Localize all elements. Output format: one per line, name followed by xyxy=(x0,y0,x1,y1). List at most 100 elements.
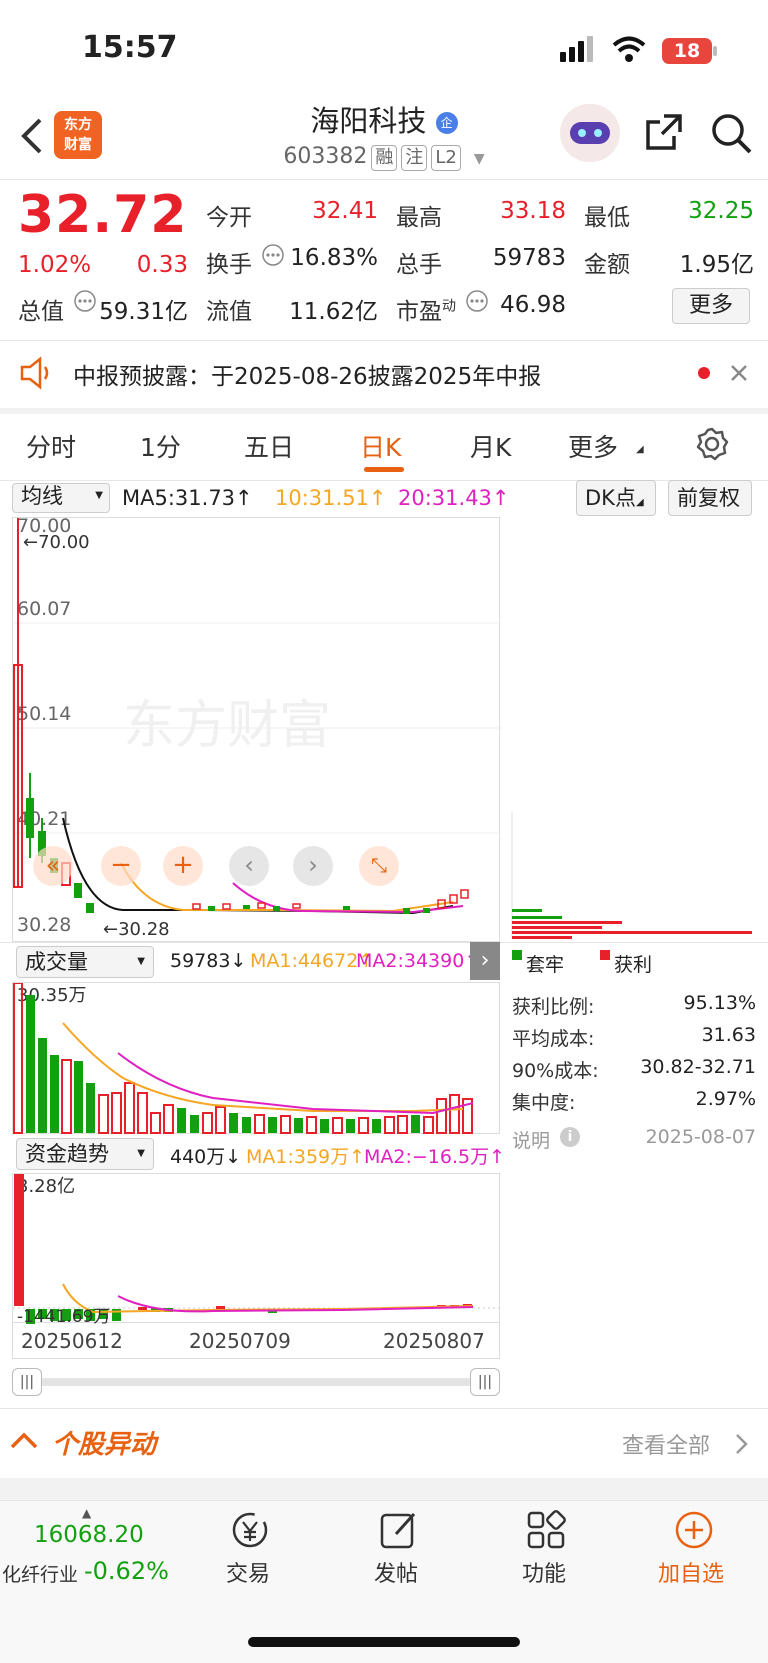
kline-chart[interactable]: 东方财富 70.00 60.07 50.14 40.21 30.28 ←70.0… xyxy=(12,517,501,942)
info-dots-icon[interactable] xyxy=(74,290,96,312)
volume-label: 总手 xyxy=(396,252,442,278)
dk-point-selector[interactable]: DK点◢ xyxy=(576,480,656,516)
low-marker: ←30.28 xyxy=(103,919,170,940)
fund-top: 3.28亿 xyxy=(17,1176,75,1197)
fund-ma1: MA1:359万↑ xyxy=(246,1146,366,1168)
profit-legend-swatch xyxy=(600,950,610,960)
zoom-out-icon[interactable]: − xyxy=(101,846,141,886)
close-icon[interactable] xyxy=(730,364,748,382)
chevron-right-icon[interactable]: › xyxy=(293,846,333,886)
info-dots-icon[interactable] xyxy=(466,290,488,312)
divider xyxy=(0,1408,768,1409)
fund-ma2: MA2:−16.5万↑ xyxy=(364,1146,506,1168)
chevron-left-icon[interactable]: ‹ xyxy=(229,846,269,886)
last-price: 32.72 xyxy=(18,185,188,245)
home-indicator xyxy=(248,1637,520,1647)
function-grid-icon[interactable] xyxy=(526,1510,566,1550)
low-value: 32.25 xyxy=(688,198,754,224)
amount-value: 1.95亿 xyxy=(679,252,754,278)
collapse-panel-icon[interactable]: › xyxy=(470,942,500,980)
unread-dot xyxy=(698,367,710,379)
fund-indicator-selector[interactable]: 资金趋势 ▼ xyxy=(16,1138,154,1170)
search-icon[interactable] xyxy=(710,112,754,156)
post-edit-icon[interactable] xyxy=(378,1510,420,1550)
chevron-down-icon: ▼ xyxy=(473,151,485,167)
fund-current: 440万↓ xyxy=(170,1146,242,1168)
profit-legend: 获利 xyxy=(614,954,653,976)
sector-index-value[interactable]: 16068.20 xyxy=(34,1522,144,1548)
price-level: 50.14 xyxy=(17,703,71,725)
chip-stat-label: 平均成本: xyxy=(512,1028,595,1050)
sector-change[interactable]: -0.62% xyxy=(84,1557,169,1585)
fund-trend-chart[interactable]: 3.28亿 -1441.69万 xyxy=(12,1173,501,1327)
trap-legend: 套牢 xyxy=(526,954,565,976)
divider xyxy=(0,179,768,180)
add-circle-icon[interactable] xyxy=(674,1510,714,1550)
range-handle-left-icon[interactable]: ||| xyxy=(12,1368,42,1396)
trade-button[interactable]: 交易 xyxy=(226,1556,270,1588)
tab-daily-k[interactable]: 日K xyxy=(360,428,401,464)
signal-icon xyxy=(560,36,593,62)
divider xyxy=(0,408,768,414)
divider xyxy=(0,340,768,341)
price-level: 60.07 xyxy=(17,598,71,620)
chevron-up-icon[interactable] xyxy=(10,1430,38,1450)
level2-tag: L2 xyxy=(431,145,461,171)
chip-note-link[interactable]: 说明 xyxy=(512,1126,550,1153)
amount-label: 金额 xyxy=(584,252,630,278)
date-label: 20250612 xyxy=(21,1329,123,1353)
adjustment-selector[interactable]: 前复权 xyxy=(668,480,752,516)
share-icon[interactable] xyxy=(644,112,684,152)
date-label: 20250807 xyxy=(383,1329,485,1353)
fullscreen-icon[interactable]: ⤡ xyxy=(359,846,399,886)
pe-label: 市盈动 xyxy=(396,298,456,325)
high-label: 最高 xyxy=(396,205,442,231)
info-dots-icon[interactable] xyxy=(262,244,284,266)
post-button[interactable]: 发帖 xyxy=(374,1556,418,1588)
fund-bottom: -1441.69万 xyxy=(17,1307,110,1324)
info-icon[interactable]: i xyxy=(560,1127,580,1147)
tab-timeshare[interactable]: 分时 xyxy=(26,428,76,464)
tab-5day[interactable]: 五日 xyxy=(244,428,294,464)
more-button[interactable]: 更多 xyxy=(672,288,750,324)
date-label: 20250709 xyxy=(189,1329,291,1353)
low-label: 最低 xyxy=(584,205,630,231)
notice-text[interactable]: 中报预披露：于2025-08-26披露2025年中报 xyxy=(73,357,541,391)
settings-gear-icon[interactable] xyxy=(694,426,730,462)
assistant-robot-icon[interactable] xyxy=(560,104,620,162)
range-handle-right-icon[interactable]: ||| xyxy=(470,1368,500,1396)
float-label: 流值 xyxy=(206,299,252,325)
view-all-link[interactable]: 查看全部 xyxy=(622,1428,710,1460)
chip-distribution xyxy=(500,517,756,942)
tab-monthly-k[interactable]: 月K xyxy=(470,428,511,464)
chip-stat-value: 30.82-32.71 xyxy=(640,1056,756,1078)
volume-ma2: MA2:34390↑ xyxy=(356,950,481,972)
wifi-icon xyxy=(612,36,646,62)
trade-yen-icon[interactable] xyxy=(228,1510,272,1550)
ma10-value: 10:31.51↑ xyxy=(275,486,387,510)
volume-indicator-selector[interactable]: 成交量 ▼ xyxy=(16,946,154,978)
add-watchlist-button[interactable]: 加自选 xyxy=(658,1556,724,1588)
volume-current: 59783↓ xyxy=(170,950,247,972)
chevron-right-icon[interactable] xyxy=(734,1432,750,1456)
triangle-icon: ◢ xyxy=(636,444,644,455)
tab-more[interactable]: 更多 xyxy=(568,428,618,464)
sector-name[interactable]: 化纤行业 xyxy=(2,1560,78,1587)
watermark: 东方财富 xyxy=(123,696,331,756)
change-percent: 1.02% xyxy=(18,252,92,278)
ma-selector[interactable]: 均线 ▼ xyxy=(12,483,110,513)
open-label: 今开 xyxy=(206,205,252,231)
volume-chart[interactable]: 30.35万 xyxy=(12,982,500,1134)
speaker-icon xyxy=(20,356,49,390)
high-value: 33.18 xyxy=(500,198,566,224)
function-button[interactable]: 功能 xyxy=(522,1556,566,1588)
open-value: 32.41 xyxy=(312,198,378,224)
range-slider[interactable]: ||| ||| xyxy=(12,1368,500,1396)
zoom-in-icon[interactable]: + xyxy=(163,846,203,886)
tab-1min[interactable]: 1分 xyxy=(140,428,181,464)
mktcap-value: 59.31亿 xyxy=(99,299,188,325)
tab-underline xyxy=(364,467,404,472)
battery-tip xyxy=(713,46,717,56)
fast-backward-icon[interactable]: « xyxy=(33,846,73,886)
battery-icon: 18 xyxy=(662,38,712,64)
